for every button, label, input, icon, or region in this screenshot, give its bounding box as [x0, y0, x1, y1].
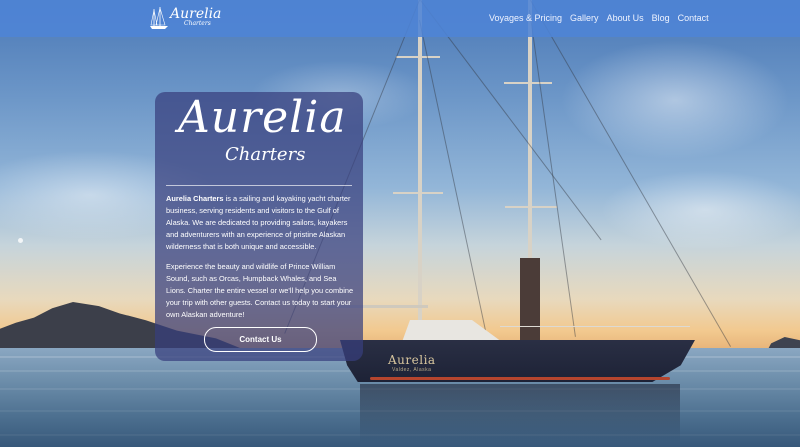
- intro-paragraph: Aurelia Charters is a sailing and kayaki…: [166, 193, 356, 253]
- moon: [18, 238, 23, 243]
- contact-us-button[interactable]: Contact Us: [204, 327, 317, 352]
- intro-card: Aurelia Charters Aurelia Charters is a s…: [155, 92, 363, 361]
- nav-about-us[interactable]: About Us: [607, 13, 644, 23]
- main-nav: Voyages & Pricing Gallery About Us Blog …: [489, 13, 717, 23]
- hero-background-photo: Aurelia Valdez, Alaska: [0, 0, 800, 447]
- brand-title: Aurelia: [178, 92, 347, 143]
- top-nav-bar: Aurelia Charters Voyages & Pricing Galle…: [0, 0, 800, 37]
- experience-paragraph: Experience the beauty and wildlife of Pr…: [166, 262, 354, 319]
- yacht-subtitle: Valdez, Alaska: [392, 367, 432, 373]
- brand-subtitle: Charters: [225, 144, 306, 165]
- logo-subtext: Charters: [184, 20, 211, 27]
- nav-gallery[interactable]: Gallery: [570, 13, 599, 23]
- card-divider: [166, 185, 352, 186]
- nav-contact[interactable]: Contact: [678, 13, 709, 23]
- nav-voyages-pricing[interactable]: Voyages & Pricing: [489, 13, 562, 23]
- logo-text[interactable]: Aurelia: [170, 7, 221, 21]
- yacht-name: Aurelia: [388, 353, 436, 367]
- intro-bold-name: Aurelia Charters: [166, 194, 224, 203]
- nav-blog[interactable]: Blog: [652, 13, 670, 23]
